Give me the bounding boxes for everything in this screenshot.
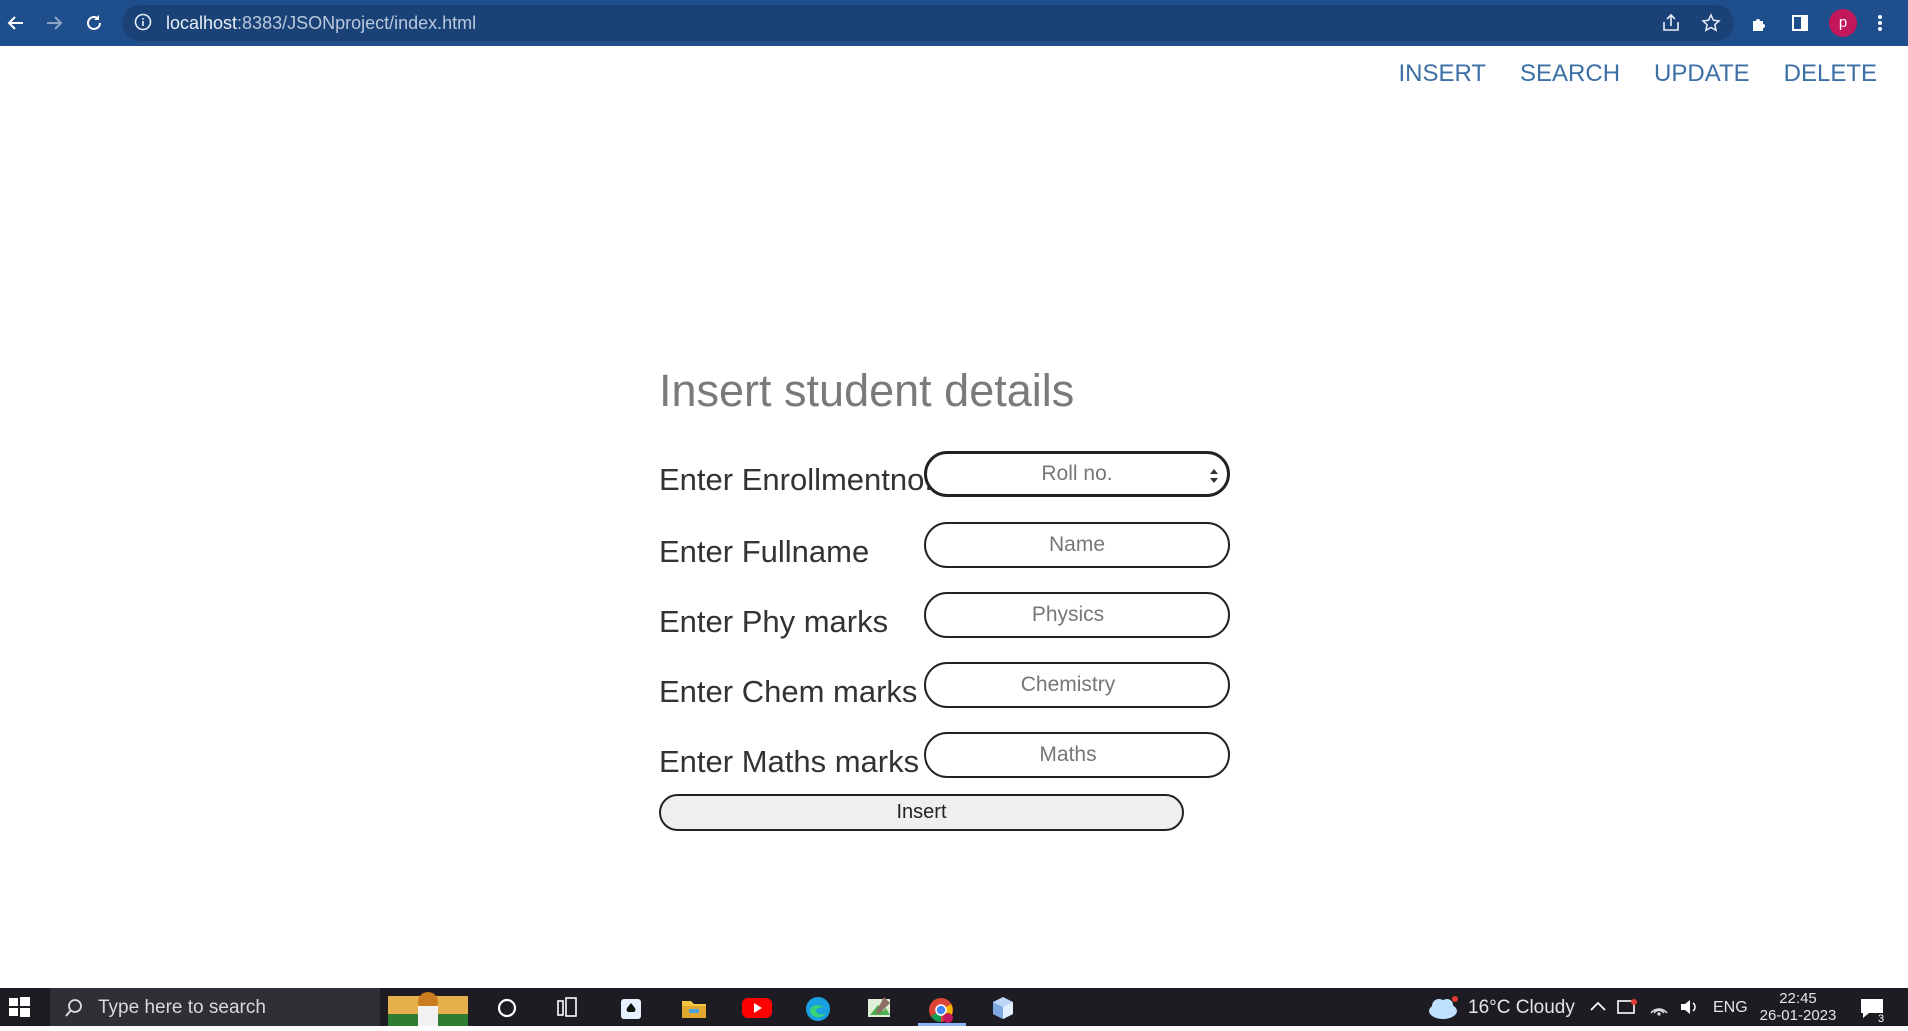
windows-start-icon[interactable]	[7, 995, 33, 1021]
search-icon	[64, 998, 84, 1023]
fullname-input[interactable]: Name	[924, 522, 1230, 568]
clock-date: 26-01-2023	[1759, 1007, 1837, 1024]
nav-delete[interactable]: DELETE	[1767, 60, 1894, 88]
chemistry-label: Enter Chem marks	[659, 674, 918, 709]
notifications-icon[interactable]: 3	[1858, 995, 1888, 1025]
back-icon[interactable]	[4, 11, 28, 35]
physics-input[interactable]: Physics	[924, 592, 1230, 638]
maths-placeholder: Maths	[1039, 743, 1097, 766]
edge-icon[interactable]	[804, 995, 830, 1021]
reload-icon[interactable]	[82, 11, 106, 35]
forward-icon[interactable]	[42, 11, 66, 35]
enrollment-input[interactable]: Roll no.	[924, 451, 1230, 497]
cube-icon[interactable]	[990, 995, 1016, 1021]
volume-icon[interactable]	[1678, 995, 1700, 1021]
nav-update[interactable]: UPDATE	[1637, 60, 1767, 88]
chevron-up-icon[interactable]	[1588, 995, 1608, 1021]
system-clock[interactable]: 22:45 26-01-2023	[1758, 990, 1838, 1024]
fullname-placeholder: Name	[1048, 533, 1106, 556]
number-spinner-icon[interactable]	[1209, 466, 1219, 486]
solitaire-icon[interactable]	[618, 995, 644, 1021]
enrollment-placeholder: Roll no.	[1041, 462, 1113, 485]
taskbar-search-text: Type here to search	[98, 997, 266, 1018]
taskbar-search[interactable]: Type here to search	[50, 988, 380, 1026]
top-nav: INSERT SEARCH UPDATE DELETE	[1381, 60, 1894, 88]
maths-input[interactable]: Maths	[924, 732, 1230, 778]
star-icon[interactable]	[1699, 11, 1723, 35]
network-icon[interactable]	[1648, 995, 1670, 1021]
youtube-icon[interactable]	[741, 995, 773, 1021]
browser-toolbar: localhost:8383/JSONproject/index.html p	[0, 0, 1908, 46]
cloud-icon	[1426, 995, 1460, 1021]
physics-placeholder: Physics	[1031, 603, 1105, 626]
url-host: localhost	[166, 13, 238, 33]
chemistry-input[interactable]: Chemistry	[924, 662, 1230, 708]
enrollment-label: Enter Enrollmentno.	[659, 462, 933, 497]
info-icon[interactable]	[134, 13, 152, 36]
chemistry-placeholder: Chemistry	[1020, 673, 1116, 696]
paint-icon[interactable]	[866, 995, 892, 1021]
windows-taskbar: Type here to search 16°C Cloudy ENG 22:4…	[0, 988, 1908, 1026]
maths-label: Enter Maths marks	[659, 744, 920, 779]
cortana-icon[interactable]	[495, 995, 521, 1021]
search-highlight-image[interactable]	[388, 988, 468, 1026]
clock-time: 22:45	[1779, 990, 1817, 1007]
share-icon[interactable]	[1659, 11, 1683, 35]
page-title: Insert student details	[659, 365, 1075, 416]
meet-icon[interactable]	[1616, 995, 1638, 1021]
nav-insert[interactable]: INSERT	[1381, 60, 1503, 88]
physics-label: Enter Phy marks	[659, 604, 889, 639]
insert-button[interactable]: Insert	[659, 794, 1184, 831]
task-view-icon[interactable]	[555, 995, 581, 1021]
address-bar[interactable]: localhost:8383/JSONproject/index.html	[122, 5, 1734, 41]
menu-icon[interactable]	[1868, 11, 1892, 35]
sidepanel-icon[interactable]	[1788, 11, 1812, 35]
weather-text[interactable]: 16°C Cloudy	[1468, 988, 1575, 1026]
url-path: :8383/JSONproject/index.html	[237, 13, 477, 33]
notification-count: 3	[1878, 1013, 1885, 1025]
profile-avatar[interactable]: p	[1829, 9, 1857, 37]
url-text: localhost:8383/JSONproject/index.html	[166, 5, 476, 41]
chrome-icon[interactable]	[926, 995, 958, 1023]
file-explorer-icon[interactable]	[680, 995, 706, 1021]
nav-search[interactable]: SEARCH	[1503, 60, 1637, 88]
extensions-icon[interactable]	[1748, 11, 1772, 35]
language-indicator[interactable]: ENG	[1713, 988, 1748, 1026]
fullname-label: Enter Fullname	[659, 534, 870, 569]
